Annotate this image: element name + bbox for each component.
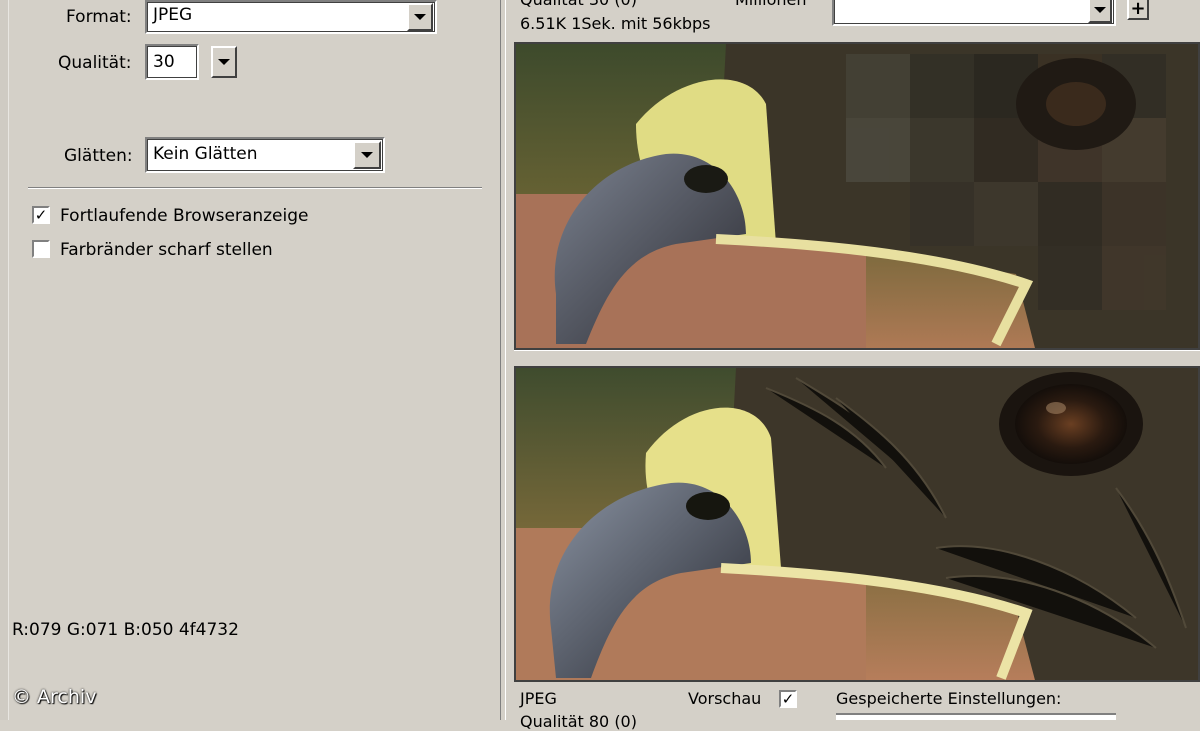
preview-separator: [514, 350, 1200, 367]
top-colors-info: Millionen: [735, 0, 807, 9]
progressive-label: Fortlaufende Browseranzeige: [60, 206, 309, 226]
chevron-down-icon: [414, 14, 426, 20]
sharpen-label: Farbränder scharf stellen: [60, 240, 273, 260]
bottom-quality-info: Qualität 80 (0): [520, 712, 637, 731]
preset-dropdown[interactable]: [832, 0, 1116, 26]
preset-dropdown-button[interactable]: [1088, 0, 1112, 23]
panel-edge: [0, 0, 9, 720]
plus-icon: +: [1130, 0, 1146, 19]
bottom-format-info: JPEG: [520, 689, 557, 708]
quality-input[interactable]: 30: [145, 44, 199, 80]
saved-settings-label: Gespeicherte Einstellungen:: [836, 689, 1062, 708]
smoothing-value: Kein Glätten: [145, 137, 385, 173]
separator: [28, 187, 482, 189]
smoothing-dropdown[interactable]: Kein Glätten: [145, 137, 385, 173]
quality-slider-button[interactable]: [211, 46, 237, 78]
smoothing-dropdown-button[interactable]: [353, 141, 381, 169]
panel-divider[interactable]: [500, 0, 514, 720]
progressive-checkbox[interactable]: ✓: [32, 206, 50, 224]
checkmark-icon: ✓: [781, 689, 795, 708]
quality-label: Qualität:: [58, 53, 132, 73]
eagle-image-low-quality: [516, 44, 1198, 348]
pixel-info: R:079 G:071 B:050 4f4732: [12, 620, 239, 640]
checkmark-icon: ✓: [34, 205, 48, 224]
format-dropdown-button[interactable]: [407, 3, 433, 31]
chevron-down-icon: [1094, 7, 1106, 13]
preview-image-bottom[interactable]: [514, 366, 1200, 682]
preview-image-top[interactable]: [514, 42, 1200, 350]
sharpen-checkbox[interactable]: [32, 240, 50, 258]
add-preset-button[interactable]: +: [1127, 0, 1149, 20]
smoothing-label: Glätten:: [64, 146, 133, 166]
preview-checkbox-label: Vorschau: [688, 689, 762, 708]
preview-checkbox[interactable]: ✓: [779, 690, 797, 708]
saved-settings-dropdown[interactable]: [836, 713, 1116, 720]
preset-value: [832, 0, 1116, 26]
top-size-info: 6.51K 1Sek. mit 56kbps: [520, 14, 711, 33]
chevron-down-icon: [361, 152, 373, 158]
format-label: Format:: [66, 7, 132, 27]
chevron-down-icon: [218, 59, 230, 65]
settings-panel: [0, 0, 500, 720]
format-dropdown[interactable]: JPEG: [145, 0, 437, 34]
eagle-image-high-quality: [516, 368, 1198, 680]
copyright-watermark: © Archiv: [12, 686, 97, 708]
top-quality-info: Qualität 30 (0): [520, 0, 637, 9]
format-value: JPEG: [145, 0, 437, 34]
